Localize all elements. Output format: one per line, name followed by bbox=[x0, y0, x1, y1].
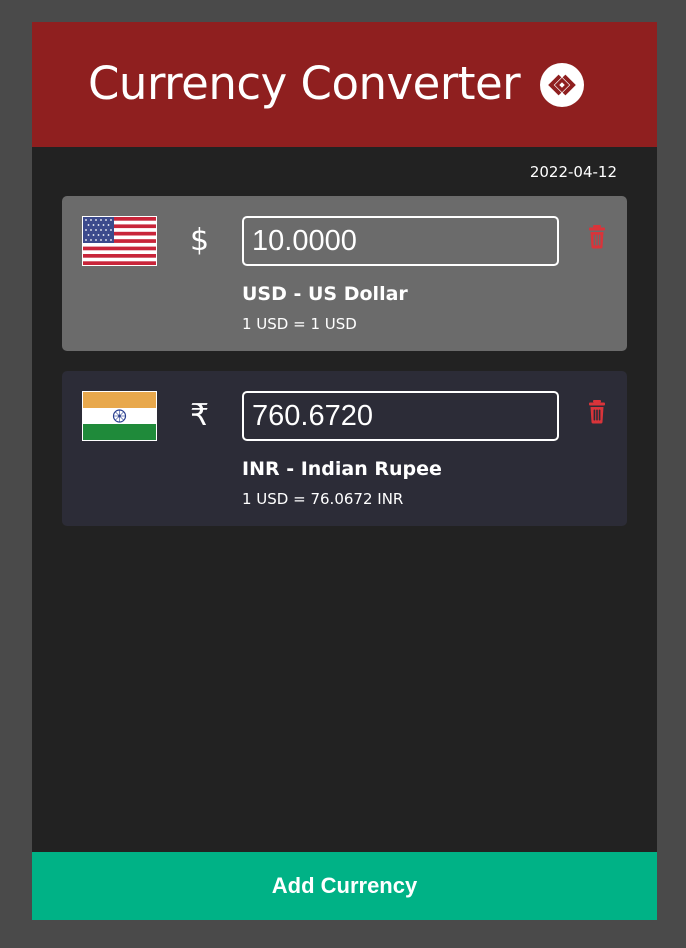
app-title: Currency Converter bbox=[88, 57, 521, 110]
currency-name: INR - Indian Rupee bbox=[242, 458, 442, 480]
exchange-rate: 1 USD = 76.0672 INR bbox=[242, 490, 404, 508]
link-icon bbox=[540, 63, 584, 107]
amount-input-usd[interactable] bbox=[242, 216, 559, 266]
app-header: Currency Converter bbox=[32, 22, 657, 147]
converter-app: Currency Converter 2022-04-12 $ 10.0000 … bbox=[32, 22, 657, 920]
currency-symbol: ₹ bbox=[190, 398, 210, 433]
trash-icon[interactable] bbox=[586, 223, 610, 251]
rates-date: 2022-04-12 bbox=[529, 163, 617, 181]
india-flag-icon bbox=[82, 391, 157, 441]
us-flag-icon bbox=[82, 216, 157, 266]
currency-name: USD - US Dollar bbox=[242, 283, 408, 305]
currency-symbol: $ bbox=[190, 223, 210, 258]
add-currency-button[interactable]: Add Currency bbox=[32, 852, 657, 920]
trash-icon[interactable] bbox=[586, 398, 610, 426]
amount-input-inr[interactable] bbox=[242, 391, 559, 441]
currency-card-inr[interactable]: ₹ INR - Indian Rupee 1 USD = 76.0672 INR bbox=[62, 371, 627, 526]
currency-card-usd[interactable]: $ USD - US Dollar 1 USD = 1 USD bbox=[62, 196, 627, 351]
exchange-rate: 1 USD = 1 USD bbox=[242, 315, 357, 333]
